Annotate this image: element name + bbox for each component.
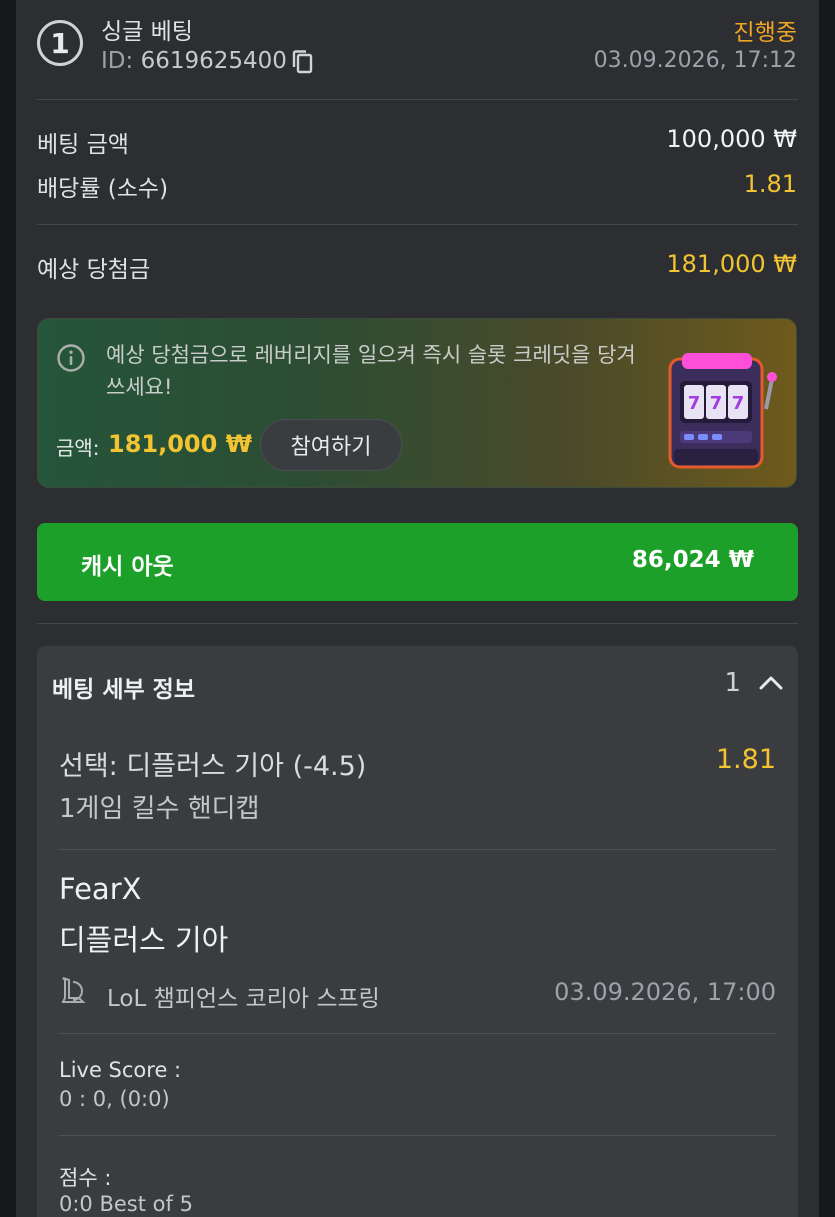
odds-label: 배당률 (소수): [37, 176, 169, 202]
bet-status: 진행중: [733, 20, 797, 46]
divider: [59, 1033, 776, 1034]
odds-value: 1.81: [743, 170, 797, 198]
chevron-up-icon[interactable]: [758, 670, 784, 696]
score-label: 점수 :: [59, 1166, 112, 1190]
live-score-value: 0 : 0, (0:0): [59, 1087, 170, 1111]
cashout-button[interactable]: 캐시 아웃 86,024 ₩: [37, 523, 798, 601]
divider: [59, 1135, 776, 1136]
stake-label: 베팅 금액: [37, 132, 129, 158]
stake-value: 100,000 ₩: [666, 125, 797, 153]
divider: [59, 849, 776, 850]
svg-text:7: 7: [710, 393, 723, 414]
slot-machine-icon: 7 7 7: [662, 349, 782, 477]
copy-icon[interactable]: [291, 49, 315, 75]
bet-id-label: ID:: [101, 48, 134, 74]
league-name: LoL 챔피언스 코리아 스프링: [107, 986, 380, 1012]
market-name: 1게임 킬수 핸디캡: [59, 794, 260, 824]
cashout-value: 86,024 ₩: [631, 547, 754, 573]
bet-details-count: 1: [724, 668, 741, 698]
lol-league-icon: [59, 976, 87, 1004]
bet-type: 싱글 베팅: [101, 19, 193, 45]
promo-amount-label: 금액:: [56, 436, 100, 460]
divider: [37, 224, 798, 225]
live-score-label: Live Score :: [59, 1058, 182, 1082]
team-home: FearX: [59, 872, 142, 906]
bet-id: ID: 6619625400: [101, 48, 287, 74]
potential-win-value: 181,000 ₩: [666, 250, 797, 278]
match-datetime: 03.09.2026, 17:00: [554, 978, 776, 1006]
potential-win-label: 예상 당첨금: [37, 257, 151, 283]
team-away: 디플러스 기아: [59, 923, 229, 957]
bet-datetime: 03.09.2026, 17:12: [593, 48, 797, 73]
promo-text: 예상 당첨금으로 레버리지를 일으켜 즉시 슬롯 크레딧을 당겨 쓰세요!: [106, 343, 636, 399]
selection-text: 선택: 디플러스 기아 (-4.5): [59, 751, 367, 782]
svg-text:7: 7: [732, 393, 745, 414]
divider: [37, 99, 798, 100]
bet-number-badge: 1: [37, 20, 83, 66]
score-value: 0:0 Best of 5: [59, 1192, 193, 1216]
cashout-label: 캐시 아웃: [81, 554, 174, 580]
bet-details-header[interactable]: 베팅 세부 정보 1: [37, 646, 798, 720]
info-icon: [56, 343, 86, 373]
bet-card: 1 싱글 베팅 ID: 6619625400 진행중 03.09.2026, 1…: [16, 0, 819, 1217]
svg-text:7: 7: [688, 393, 701, 414]
bet-details-body: 선택: 디플러스 기아 (-4.5) 1.81 1게임 킬수 핸디캡 FearX…: [37, 720, 798, 1217]
divider: [37, 623, 798, 624]
join-button[interactable]: 참여하기: [260, 419, 402, 471]
bet-details-title: 베팅 세부 정보: [52, 677, 195, 703]
bet-id-value: 6619625400: [140, 48, 287, 74]
selection-odds: 1.81: [715, 744, 776, 775]
promo-amount-value: 181,000 ₩: [108, 430, 253, 458]
slot-credit-promo-banner: 예상 당첨금으로 레버리지를 일으켜 즉시 슬롯 크레딧을 당겨 쓰세요! 금액…: [37, 318, 797, 488]
